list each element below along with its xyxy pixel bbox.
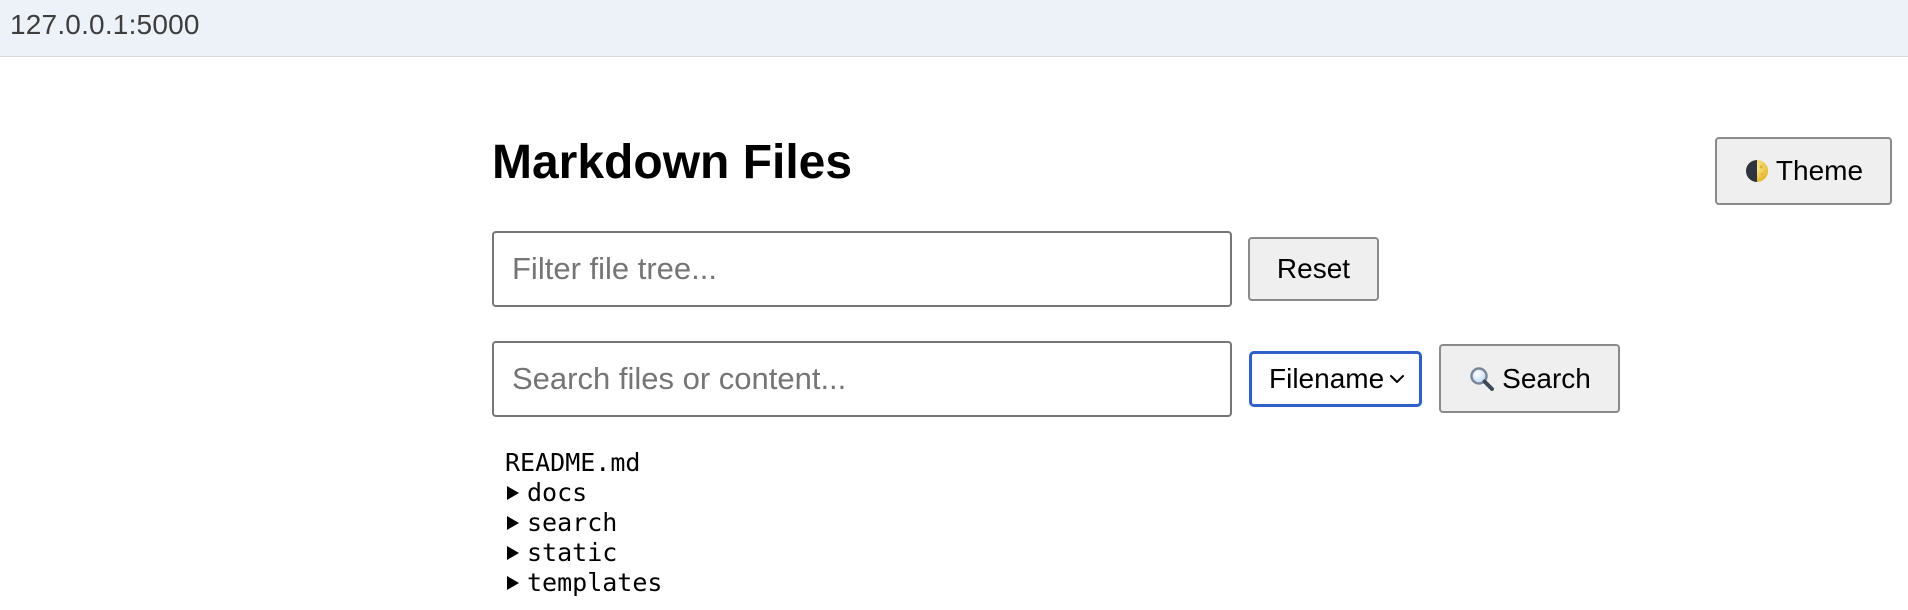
address-url[interactable]: 127.0.0.1:5000 xyxy=(10,9,200,41)
file-tree-item-label: README.md xyxy=(505,448,641,477)
search-button-label: Search xyxy=(1502,362,1591,394)
folder-item-search[interactable]: search xyxy=(505,508,662,538)
folder-item-templates[interactable]: templates xyxy=(505,568,662,598)
file-tree: README.md docs search static templates xyxy=(505,448,662,598)
folder-item-docs[interactable]: docs xyxy=(505,478,662,508)
browser-address-bar[interactable]: 127.0.0.1:5000 xyxy=(0,0,1908,57)
file-tree-filter-input[interactable] xyxy=(492,231,1232,307)
search-input[interactable] xyxy=(492,341,1232,417)
disclosure-triangle-icon[interactable] xyxy=(505,574,521,592)
moon-icon xyxy=(1745,160,1768,182)
disclosure-triangle-icon[interactable] xyxy=(505,484,521,502)
chevron-down-icon xyxy=(1390,375,1404,383)
page-title: Markdown Files xyxy=(492,136,853,189)
file-tree-item-label: search xyxy=(527,508,618,537)
search-button[interactable]: Search xyxy=(1439,344,1620,413)
file-item-readme[interactable]: README.md xyxy=(505,448,662,478)
file-tree-item-label: static xyxy=(527,538,618,567)
disclosure-triangle-icon[interactable] xyxy=(505,514,521,532)
theme-button-label: Theme xyxy=(1775,155,1864,186)
disclosure-triangle-icon[interactable] xyxy=(505,544,521,562)
search-mode-selected-value: Filename xyxy=(1269,363,1385,394)
reset-button[interactable]: Reset xyxy=(1248,237,1379,301)
file-tree-item-label: docs xyxy=(527,478,588,507)
folder-item-static[interactable]: static xyxy=(505,538,662,568)
search-mode-select[interactable]: Filename xyxy=(1249,351,1422,407)
file-tree-item-label: templates xyxy=(527,568,663,597)
search-icon xyxy=(1470,366,1495,391)
theme-toggle-button[interactable]: Theme xyxy=(1715,137,1892,205)
